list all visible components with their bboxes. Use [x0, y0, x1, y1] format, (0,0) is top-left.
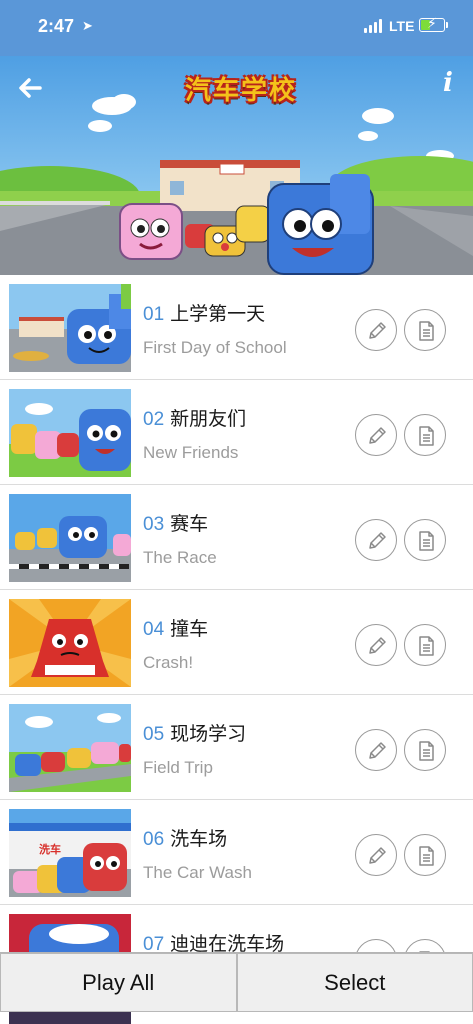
episode-number: 03	[143, 514, 165, 535]
episode-row[interactable]: 04 撞车 Crash!	[0, 590, 473, 695]
pencil-icon	[369, 637, 386, 654]
document-button[interactable]	[404, 729, 446, 771]
bottom-action-bar: Play All Select	[0, 952, 473, 1012]
document-icon	[419, 321, 434, 341]
edit-button[interactable]	[355, 519, 397, 561]
info-button[interactable]: i	[436, 68, 460, 104]
episode-row[interactable]: 洗车 06 洗车场 The Car Wash	[0, 800, 473, 905]
episode-row[interactable]: 01 上学第一天 First Day of School	[0, 275, 473, 380]
episode-title-cn: 赛车	[170, 513, 209, 535]
arrow-left-icon	[19, 78, 42, 98]
pencil-icon	[369, 742, 386, 759]
episode-thumbnail: 洗车	[9, 809, 131, 897]
car-wash-sign: 洗车	[39, 843, 61, 856]
document-button[interactable]	[404, 624, 446, 666]
episode-thumbnail	[9, 599, 131, 687]
episode-title-cn: 撞车	[170, 618, 209, 640]
logo-text: 汽车学校	[184, 75, 297, 105]
document-icon	[419, 741, 434, 761]
episode-number: 05	[143, 724, 165, 745]
episode-row[interactable]: 03 赛车 The Race	[0, 485, 473, 590]
document-button[interactable]	[404, 834, 446, 876]
play-all-button[interactable]: Play All	[0, 953, 237, 1012]
back-button[interactable]	[14, 72, 46, 104]
episode-number: 06	[143, 829, 165, 850]
edit-button[interactable]	[355, 729, 397, 771]
episode-title: 06 洗车场	[143, 824, 227, 851]
next-thumbnail-peek	[9, 1012, 131, 1024]
episode-title: 05 现场学习	[143, 719, 246, 746]
episode-thumbnail	[9, 389, 131, 477]
episode-row[interactable]: 05 现场学习 Field Trip	[0, 695, 473, 800]
charging-icon: ⚡	[427, 15, 437, 31]
signal-icon	[364, 19, 384, 33]
episode-number: 02	[143, 409, 165, 430]
episode-row[interactable]: 02 新朋友们 New Friends	[0, 380, 473, 485]
select-button[interactable]: Select	[236, 953, 473, 1012]
status-time: 2:47	[38, 16, 75, 36]
document-button[interactable]	[404, 309, 446, 351]
document-icon	[419, 636, 434, 656]
edit-button[interactable]	[355, 309, 397, 351]
episode-list: 01 上学第一天 First Day of School 02 新朋友们 New…	[0, 275, 473, 1010]
edit-button[interactable]	[355, 414, 397, 456]
document-button[interactable]	[404, 519, 446, 561]
episode-subtitle: Crash!	[143, 653, 194, 672]
document-icon	[419, 846, 434, 866]
episode-subtitle: First Day of School	[143, 338, 287, 357]
pencil-icon	[369, 847, 386, 864]
episode-title: 02 新朋友们	[143, 404, 246, 431]
episode-title-cn: 新朋友们	[170, 408, 247, 430]
app-logo: 汽车学校	[166, 68, 316, 112]
episode-title: 01 上学第一天	[143, 299, 265, 326]
network-type: LTE	[389, 18, 415, 34]
location-arrow-icon: ➤	[82, 18, 93, 33]
pencil-icon	[369, 532, 386, 549]
info-icon: i	[443, 68, 453, 98]
episode-subtitle: The Car Wash	[143, 863, 252, 882]
pencil-icon	[369, 427, 386, 444]
episode-title-cn: 现场学习	[170, 723, 247, 745]
edit-button[interactable]	[355, 624, 397, 666]
episode-thumbnail	[9, 284, 131, 372]
episode-title-cn: 上学第一天	[170, 303, 266, 325]
pencil-icon	[369, 322, 386, 339]
document-button[interactable]	[404, 414, 446, 456]
header-banner: 汽车学校 i	[0, 56, 473, 275]
document-icon	[419, 531, 434, 551]
episode-thumbnail	[9, 704, 131, 792]
episode-subtitle: The Race	[143, 548, 217, 567]
episode-title: 03 赛车	[143, 509, 208, 536]
episode-subtitle: Field Trip	[143, 758, 213, 777]
episode-thumbnail	[9, 494, 131, 582]
episode-title-cn: 洗车场	[170, 828, 228, 850]
status-bar: 2:47 ➤ LTE ⚡	[0, 0, 473, 56]
episode-number: 04	[143, 619, 165, 640]
episode-title: 04 撞车	[143, 614, 208, 641]
episode-number: 01	[143, 304, 165, 325]
document-icon	[419, 426, 434, 446]
episode-subtitle: New Friends	[143, 443, 239, 462]
edit-button[interactable]	[355, 834, 397, 876]
